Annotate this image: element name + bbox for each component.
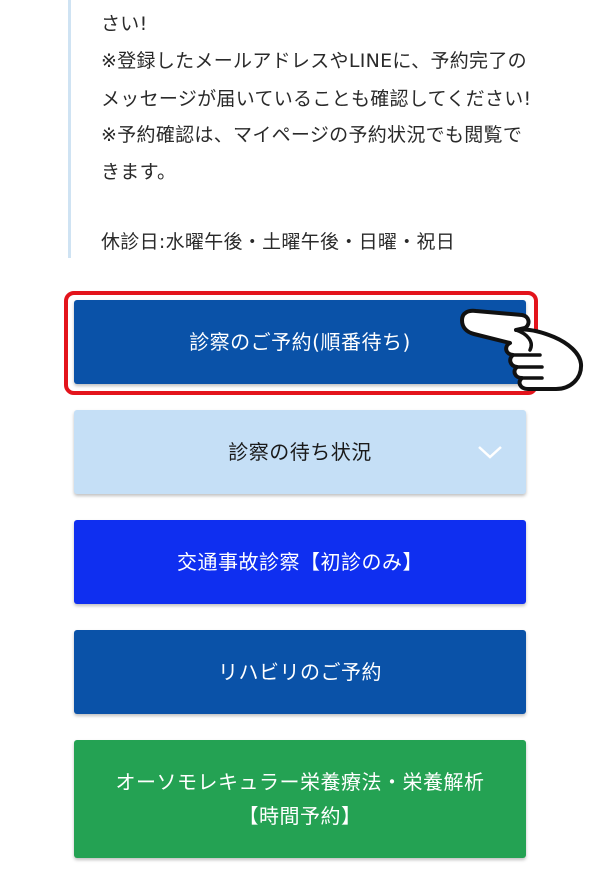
rehab-reservation-button[interactable]: リハビリのご予約	[74, 630, 526, 714]
holiday-text: 休診日:水曜午後・土曜午後・日曜・祝日	[101, 231, 456, 253]
notice-line-5: きます。	[101, 161, 177, 183]
wait-status-button[interactable]: 診察の待ち状況	[74, 410, 526, 494]
notice-line-4: ※予約確認は、マイページの予約状況でも閲覧で	[101, 124, 523, 146]
wait-status-button-label: 診察の待ち状況	[228, 440, 372, 464]
traffic-accident-button-label: 交通事故診察【初診のみ】	[177, 550, 423, 574]
chevron-down-icon	[478, 446, 502, 459]
traffic-accident-button[interactable]: 交通事故診察【初診のみ】	[74, 520, 526, 604]
notice-line-2: ※登録したメールアドレスやLINEに、予約完了の	[101, 50, 527, 72]
notice-line-3: メッセージが届いていることも確認してください!	[101, 88, 532, 110]
clinic-notice: さい! ※登録したメールアドレスやLINEに、予約完了の メッセージが届いている…	[68, 0, 568, 258]
orthomolecular-label-line1: オーソモレキュラー栄養療法・栄養解析	[115, 770, 485, 794]
rehab-button-label: リハビリのご予約	[218, 660, 382, 684]
orthomolecular-button[interactable]: オーソモレキュラー栄養療法・栄養解析 【時間予約】	[74, 740, 526, 858]
orthomolecular-label-line2: 【時間予約】	[238, 804, 362, 828]
notice-line-1: さい!	[101, 13, 148, 35]
pointing-hand-icon	[460, 308, 584, 391]
